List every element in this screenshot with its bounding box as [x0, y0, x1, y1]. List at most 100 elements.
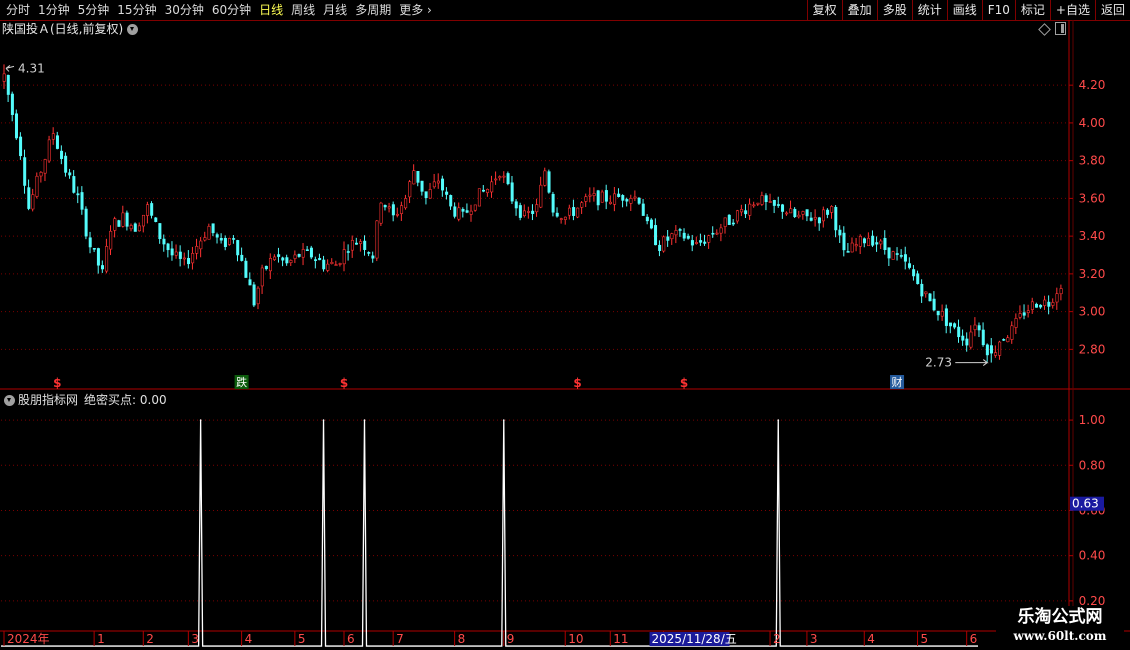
time-label-15: 4: [867, 632, 875, 646]
candle-body-144: [592, 193, 596, 196]
candle-body-218: [895, 253, 899, 255]
indicator-spike-3: [502, 419, 505, 421]
indicator-line: [1, 420, 978, 647]
candle-body-45: [187, 258, 191, 265]
candle-body-16: [68, 172, 72, 176]
candle-body-86: [355, 242, 359, 245]
candle-body-137: [563, 216, 567, 220]
candle-body-254: [1043, 299, 1047, 306]
cursor-value-label: 0.63: [1072, 497, 1099, 511]
candle-body-10: [43, 159, 47, 174]
candle-body-121: [498, 176, 502, 179]
candle-body-79: [326, 263, 330, 271]
candle-body-106: [436, 180, 440, 184]
candle-body-23: [96, 248, 100, 266]
diamond-icon[interactable]: [1038, 23, 1051, 36]
watermark-url: www.60lt.com: [1013, 629, 1107, 643]
time-label-16: 5: [921, 632, 929, 646]
time-label-10: 10: [568, 632, 583, 646]
candle-body-177: [727, 214, 731, 225]
candle-body-109: [449, 195, 453, 207]
candle-body-224: [920, 283, 924, 297]
candle-body-39: [162, 238, 166, 245]
candle-body-200: [822, 209, 826, 222]
candle-body-258: [1059, 288, 1063, 295]
price-tick-label-0: 2.80: [1079, 342, 1106, 356]
candle-body-166: [682, 232, 686, 239]
price-tick-label-7: 4.20: [1079, 78, 1106, 92]
candle-body-0: [2, 73, 6, 82]
candle-body-33: [137, 225, 141, 232]
stock-title: 陕国投Ａ(日线,前复权): [2, 22, 124, 36]
candle-body-111: [457, 207, 461, 220]
panel-toggle-icon[interactable]: [1055, 22, 1066, 35]
candle-body-248: [1018, 313, 1022, 318]
candle-body-88: [363, 240, 367, 250]
candle-body-170: [699, 240, 703, 243]
price-tick-label-6: 4.00: [1079, 116, 1106, 130]
watermark-title: 乐淘公式网: [1017, 607, 1103, 627]
high-arrow-icon: [5, 65, 15, 72]
candle-body-182: [748, 203, 752, 216]
candle-body-93: [383, 204, 387, 208]
candle-body-98: [404, 198, 408, 209]
ind-tick-label-4: 1.00: [1079, 413, 1106, 427]
chevron-down-icon[interactable]: [127, 23, 139, 35]
candle-body-41: [170, 248, 174, 256]
candle-body-67: [277, 254, 281, 257]
candle-body-141: [580, 202, 584, 208]
candle-body-163: [670, 233, 674, 240]
marker-dividend-3: $: [573, 376, 581, 390]
candle-body-105: [432, 181, 436, 188]
candle-body-194: [797, 214, 801, 218]
candle-body-149: [613, 193, 617, 205]
candle-body-71: [293, 254, 297, 259]
candle-body-235: [965, 338, 969, 346]
candle-body-232: [953, 323, 957, 328]
candle-body-148: [608, 201, 612, 204]
candle-body-179: [735, 210, 739, 222]
candle-body-242: [994, 352, 998, 356]
candle-body-122: [502, 175, 506, 178]
candle-body-81: [334, 264, 338, 266]
candle-body-40: [166, 243, 170, 251]
candle-body-188: [772, 200, 776, 206]
candle-body-231: [948, 322, 952, 327]
candle-body-30: [125, 212, 129, 227]
candle-body-206: [846, 251, 850, 253]
candle-body-240: [985, 344, 989, 356]
time-label-9: 9: [507, 632, 515, 646]
candle-body-97: [400, 205, 404, 214]
chart-canvas[interactable]: 2.803.003.203.403.603.804.004.200.200.40…: [0, 0, 1130, 650]
candle-body-6: [27, 187, 31, 209]
time-label-5: 5: [298, 632, 306, 646]
candle-body-8: [35, 175, 39, 197]
candle-body-60: [248, 279, 252, 286]
time-cursor-label: 2025/11/28/五: [652, 632, 737, 646]
candle-body-32: [133, 223, 137, 232]
candle-body-42: [174, 251, 178, 256]
chevron-down-icon[interactable]: [4, 394, 15, 406]
time-label-3: 3: [191, 632, 199, 646]
candle-body-199: [817, 217, 821, 224]
candle-body-223: [916, 273, 920, 285]
candle-body-43: [178, 251, 182, 259]
candle-body-245: [1006, 337, 1010, 343]
candle-body-221: [908, 263, 912, 268]
candle-body-113: [465, 210, 469, 213]
candle-body-127: [522, 210, 526, 216]
candle-body-230: [944, 308, 948, 326]
candle-body-175: [719, 227, 723, 234]
candle-body-139: [572, 207, 576, 216]
candle-body-132: [543, 170, 547, 186]
candle-body-28: [117, 220, 121, 227]
candle-body-146: [600, 191, 604, 203]
time-label-7: 7: [396, 632, 404, 646]
candle-body-89: [367, 252, 371, 254]
candle-body-151: [621, 195, 625, 201]
candle-body-153: [629, 198, 633, 204]
candle-body-215: [883, 237, 887, 250]
candle-body-92: [379, 202, 383, 224]
candle-body-159: [654, 225, 658, 246]
candle-body-168: [690, 240, 694, 246]
